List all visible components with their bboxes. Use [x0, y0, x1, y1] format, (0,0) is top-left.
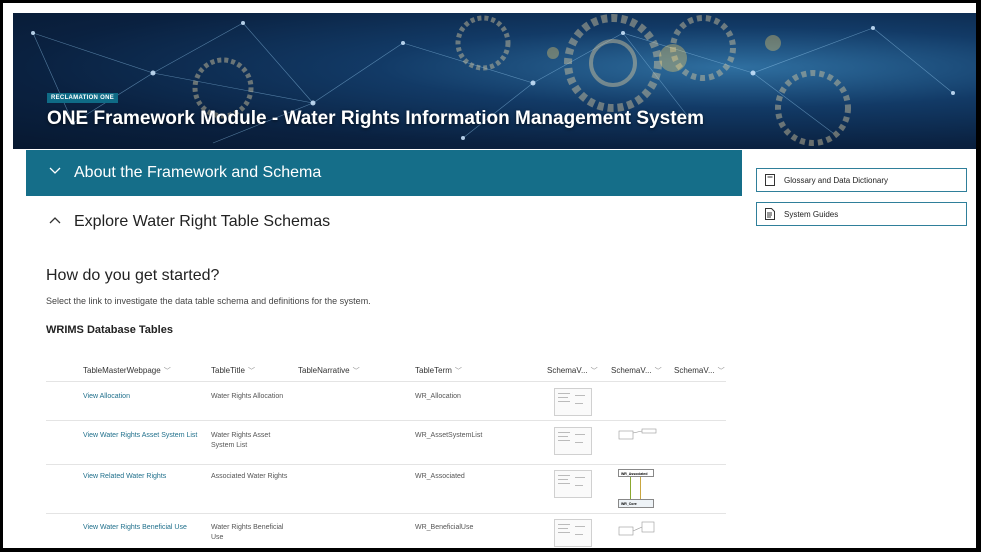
column-header-webpage[interactable]: TableMasterWebpage ﹀ [83, 366, 171, 376]
chevron-down-icon: ﹀ [163, 368, 171, 375]
accordion-explore-schemas[interactable]: Explore Water Right Table Schemas [26, 203, 742, 243]
row-term: WR_Allocation [415, 393, 461, 400]
accordion-about-framework[interactable]: About the Framework and Schema [26, 150, 742, 196]
section-heading: How do you get started? [46, 267, 220, 284]
glossary-link-button[interactable]: Glossary and Data Dictionary [756, 168, 967, 192]
chevron-down-icon: ﹀ [247, 368, 255, 375]
column-header-term[interactable]: TableTerm ﹀ [415, 366, 462, 376]
schema-diagram-thumbnail[interactable] [618, 427, 658, 445]
row-divider [46, 513, 726, 514]
schema-diagram-thumbnail[interactable] [618, 519, 658, 541]
hero-banner: RECLAMATION ONE ONE Framework Module - W… [13, 13, 976, 149]
accordion-label: About the Framework and Schema [74, 164, 322, 181]
row-link[interactable]: View Related Water Rights [83, 472, 166, 482]
schema-thumbnail[interactable] [554, 470, 592, 498]
page-frame: RECLAMATION ONE ONE Framework Module - W… [0, 0, 981, 552]
chevron-down-icon: ﹀ [590, 368, 598, 375]
chevron-down-icon: ﹀ [717, 368, 725, 375]
row-link[interactable]: View Water Rights Asset System List [83, 431, 197, 441]
chevron-down-icon: ﹀ [352, 368, 360, 375]
row-title: Water Rights Asset System List [211, 432, 271, 449]
row-divider [46, 420, 726, 421]
chevron-down-icon: ﹀ [454, 368, 462, 375]
row-divider [46, 464, 726, 465]
row-link[interactable]: View Allocation [83, 392, 130, 402]
chevron-down-icon [48, 164, 62, 178]
diagram-label: WR_Associated [618, 469, 654, 477]
chevron-down-icon: ﹀ [654, 368, 662, 375]
column-header-title[interactable]: TableTitle ﹀ [211, 366, 255, 376]
section-description: Select the link to investigate the data … [46, 296, 371, 306]
diagram-label: WR_Core [618, 499, 654, 508]
system-guides-link-label: System Guides [784, 210, 839, 219]
row-term: WR_AssetSystemList [415, 432, 483, 439]
row-link[interactable]: View Water Rights Beneficial Use [83, 523, 187, 533]
column-header-schema-3[interactable]: SchemaV... ﹀ [674, 366, 725, 376]
schema-thumbnail[interactable] [554, 519, 592, 547]
column-header-narrative[interactable]: TableNarrative ﹀ [298, 366, 360, 376]
row-title: Water Rights Beneficial Use [211, 524, 284, 541]
system-guides-link-button[interactable]: System Guides [756, 202, 967, 226]
row-title: Associated Water Rights [211, 473, 288, 480]
document-icon [765, 174, 775, 186]
schema-diagram-associated[interactable]: WR_Associated WR_Core [618, 469, 656, 509]
header-divider [46, 381, 726, 382]
accordion-label: Explore Water Right Table Schemas [74, 213, 331, 230]
column-header-schema-2[interactable]: SchemaV... ﹀ [611, 366, 662, 376]
schema-thumbnail[interactable] [554, 427, 592, 455]
column-header-schema-1[interactable]: SchemaV... ﹀ [547, 366, 598, 376]
glossary-link-label: Glossary and Data Dictionary [784, 176, 889, 185]
table-heading: WRIMS Database Tables [46, 324, 173, 336]
page-title: ONE Framework Module - Water Rights Info… [47, 108, 705, 129]
row-term: WR_Associated [415, 473, 465, 480]
chevron-up-icon [48, 213, 62, 227]
row-term: WR_BeneficialUse [415, 524, 474, 531]
hero-badge: RECLAMATION ONE [47, 93, 119, 103]
row-title: Water Rights Allocation [211, 393, 284, 400]
schema-thumbnail[interactable] [554, 388, 592, 416]
guide-icon [765, 208, 775, 220]
